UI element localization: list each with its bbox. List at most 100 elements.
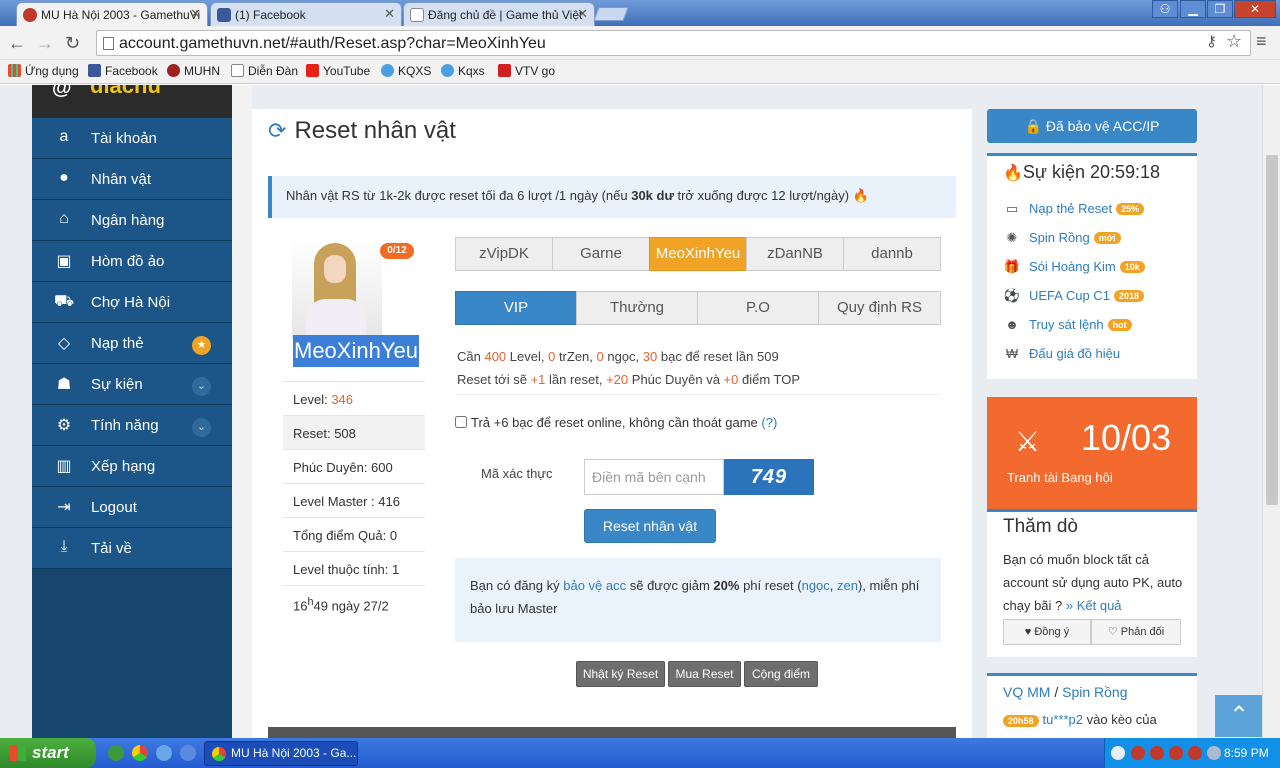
event-item[interactable]: ₩ Đấu giá đồ hiệu <box>1003 346 1120 361</box>
scrollbar-thumb[interactable] <box>1266 155 1278 505</box>
url-input[interactable]: account.gamethuvn.net/#auth/Reset.asp?ch… <box>96 30 1251 56</box>
captcha-input[interactable]: Điền mã bên cạnh <box>584 459 724 495</box>
poll-agree-button[interactable]: ♥ Đồng ý <box>1003 619 1091 645</box>
bookmark-apps[interactable]: Ứng dụng <box>8 64 79 78</box>
network-icon[interactable] <box>1207 746 1221 760</box>
forward-arrow-icon[interactable]: → <box>36 33 54 54</box>
bookmark-facebook[interactable]: Facebook <box>88 64 158 78</box>
taskbar-window-button[interactable]: MU Hà Nội 2003 - Ga... <box>204 741 358 766</box>
mu-tray-icon[interactable] <box>1169 746 1183 760</box>
help-link[interactable]: (?) <box>761 415 777 430</box>
bookmark-dien-dan[interactable]: Diễn Đàn <box>231 64 298 78</box>
new-tab-button[interactable] <box>593 7 629 21</box>
star-icon[interactable]: ☆ <box>1226 31 1242 52</box>
vq-tab[interactable]: VQ MM <box>1003 684 1050 700</box>
ie-icon[interactable] <box>156 745 172 761</box>
zen-link[interactable]: zen <box>837 578 858 593</box>
scroll-to-top-button[interactable]: ⌃ <box>1215 695 1263 737</box>
spin-tab[interactable]: Spin Rồng <box>1062 684 1127 700</box>
char-tab-zdannb[interactable]: zDanNB <box>746 237 844 271</box>
char-tab-zvipdk[interactable]: zVipDK <box>455 237 553 271</box>
star-badge-icon: ★ <box>192 336 211 355</box>
stat-label: Phúc Duyên: <box>293 460 372 475</box>
mu-tray-icon[interactable] <box>1150 746 1164 760</box>
sidebar-item-sự-kiện[interactable]: ☗ Sự kiện ⌄ <box>32 364 232 405</box>
swordsman-icon: ⚔ <box>1015 426 1041 457</box>
bookmark-kqxs-2[interactable]: Kqxs <box>441 64 485 78</box>
online-reset-option[interactable]: Trả +6 bạc để reset online, không cần th… <box>455 415 777 430</box>
sidebar-item-chợ-hà-nội[interactable]: ⛟ Chợ Hà Nội <box>32 282 232 323</box>
chevron-down-icon[interactable]: ⌄ <box>192 377 211 396</box>
req-text: trZen, <box>555 349 597 364</box>
sidebar-item-xếp-hạng[interactable]: ▥ Xếp hạng <box>32 446 232 487</box>
page-scrollbar[interactable] <box>1262 85 1280 738</box>
minimize-button[interactable]: ▁ <box>1180 0 1206 18</box>
tab-gamethuviet[interactable]: Đăng chủ đề | Game thủ Việt ✕ <box>403 2 595 26</box>
close-window-button[interactable]: ✕ <box>1234 0 1276 18</box>
user-icon[interactable]: ⚇ <box>1152 0 1178 18</box>
close-tab-icon[interactable]: ✕ <box>577 6 588 22</box>
event-item[interactable]: ▭ Nạp thẻ Reset 25% <box>1003 201 1145 217</box>
bookmark-vtv-go[interactable]: VTV go <box>498 64 555 78</box>
char-tab-dannb[interactable]: dannb <box>843 237 941 271</box>
sidebar-item-label: Nhân vật <box>91 171 152 188</box>
sidebar-item-nạp-thẻ[interactable]: ◇ Nạp thẻ ★ <box>32 323 232 364</box>
tab-facebook[interactable]: (1) Facebook ✕ <box>210 2 402 26</box>
protect-acc-button[interactable]: 🔒 Đã bảo vệ ACC/IP <box>987 109 1197 143</box>
char-tab-meoxinhyeu[interactable]: MeoXinhYeu <box>649 237 747 271</box>
chevron-down-icon[interactable]: ⌄ <box>192 418 211 437</box>
online-reset-checkbox[interactable] <box>455 416 467 428</box>
refresh-icon: ⟳ <box>268 118 287 143</box>
quicklaunch-icon[interactable] <box>108 745 124 761</box>
sidebar-item-tải-về[interactable]: ⤓ Tải về <box>32 528 232 569</box>
mu-tray-icon[interactable] <box>1188 746 1202 760</box>
sidebar-item-logout[interactable]: ⇥ Logout <box>32 487 232 528</box>
sidebar-item-tài-khoản[interactable]: a Tài khoản <box>32 118 232 159</box>
event-item[interactable]: 🎁 Sói Hoàng Kim 10k <box>1003 259 1145 275</box>
quicklaunch-icon[interactable] <box>180 745 196 761</box>
start-button[interactable]: start <box>0 738 96 768</box>
sidebar-item-tính-năng[interactable]: ⚙ Tính năng ⌄ <box>32 405 232 446</box>
mode-tab-quy-dinh-rs[interactable]: Quy định RS <box>818 291 941 325</box>
char-tab-garne[interactable]: Garne <box>552 237 650 271</box>
event-item[interactable]: ⚽ UEFA Cup C1 2018 <box>1003 288 1144 304</box>
mu-tray-icon[interactable] <box>1131 746 1145 760</box>
stat-label: Level thuộc tính: <box>293 562 393 577</box>
event-label: UEFA Cup C1 <box>1029 288 1110 303</box>
bookmark-youtube[interactable]: YouTube <box>306 64 370 78</box>
bookmark-muhn[interactable]: MUHN <box>167 64 220 78</box>
vq-user[interactable]: tu***p2 <box>1043 712 1083 727</box>
event-item[interactable]: ✺ Spin Rồng mới <box>1003 230 1121 246</box>
event-item[interactable]: ☻ Truy sát lệnh hot <box>1003 317 1132 332</box>
tray-arrow-icon[interactable] <box>1111 746 1125 760</box>
briefcase-icon: ▣ <box>56 253 72 270</box>
windows-flag-icon <box>10 745 26 761</box>
close-tab-icon[interactable]: ✕ <box>384 6 395 22</box>
menu-icon[interactable]: ≡ <box>1256 31 1267 52</box>
maximize-button[interactable]: ❐ <box>1207 0 1233 18</box>
back-arrow-icon[interactable]: ← <box>8 33 26 54</box>
protect-acc-link[interactable]: bảo vệ acc <box>563 578 626 593</box>
bookmark-kqxs[interactable]: KQXS <box>381 64 431 78</box>
key-icon[interactable]: ⚷ <box>1206 32 1217 50</box>
event-badge: 25% <box>1116 203 1145 215</box>
poll-result-link[interactable]: » Kết quả <box>1066 598 1122 613</box>
add-points-button[interactable]: Cộng điểm <box>744 661 818 687</box>
guild-event-banner[interactable]: ⚔ 10/03 Tranh tài Bang hội <box>987 397 1197 509</box>
close-tab-icon[interactable]: ✕ <box>190 6 201 22</box>
sidebar-item-hòm-đồ-ảo[interactable]: ▣ Hòm đồ ảo <box>32 241 232 282</box>
sidebar-item-nhân-vật[interactable]: ● Nhân vật <box>32 159 232 200</box>
mode-tab-vip[interactable]: VIP <box>455 291 577 325</box>
sidebar-item-ngân-hàng[interactable]: ⌂ Ngân hàng <box>32 200 232 241</box>
reset-log-button[interactable]: Nhật ký Reset <box>576 661 665 687</box>
reload-icon[interactable]: ↻ <box>65 33 80 54</box>
reset-submit-button[interactable]: Reset nhân vật <box>584 509 716 543</box>
mode-tab-po[interactable]: P.O <box>697 291 819 325</box>
mode-tab-thuong[interactable]: Thường <box>576 291 698 325</box>
buy-reset-button[interactable]: Mua Reset <box>668 661 741 687</box>
chrome-icon[interactable] <box>132 745 148 761</box>
ngoc-link[interactable]: ngọc <box>802 578 830 593</box>
event-label: Nạp thẻ Reset <box>1029 201 1113 216</box>
poll-disagree-button[interactable]: ♡ Phản đối <box>1091 619 1181 645</box>
tab-mu-hanoi[interactable]: MU Hà Nội 2003 - GamethuVi ✕ <box>16 2 208 26</box>
